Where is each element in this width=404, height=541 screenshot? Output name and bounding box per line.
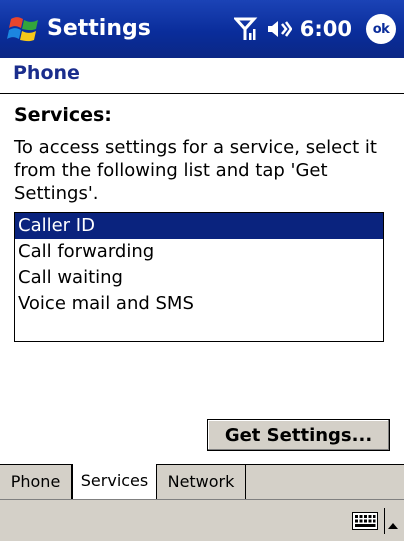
- speaker-icon[interactable]: [266, 18, 293, 40]
- menu-bar: [0, 499, 404, 541]
- page-title: Phone: [13, 62, 80, 84]
- sip-separator: [384, 508, 385, 534]
- tab-services[interactable]: Services: [72, 464, 157, 500]
- tab-bar-empty-space: [246, 465, 404, 499]
- title-bar: Settings 6:00 ok: [0, 0, 404, 58]
- header-divider: [0, 93, 404, 94]
- services-heading: Services:: [14, 104, 112, 126]
- instructions-text: To access settings for a service, select…: [14, 137, 377, 204]
- windows-flag-icon[interactable]: [7, 13, 41, 45]
- keyboard-icon[interactable]: [352, 512, 378, 530]
- status-area: 6:00 ok: [232, 13, 396, 45]
- services-listbox[interactable]: Caller ID Call forwarding Call waiting V…: [14, 212, 384, 342]
- tab-phone[interactable]: Phone: [0, 465, 72, 499]
- arrow-up-icon[interactable]: [388, 515, 398, 529]
- get-settings-button[interactable]: Get Settings...: [207, 419, 390, 451]
- ok-button[interactable]: ok: [366, 14, 396, 44]
- list-item-call-forwarding[interactable]: Call forwarding: [15, 239, 383, 265]
- list-item-voice-mail-sms[interactable]: Voice mail and SMS: [15, 291, 383, 317]
- clock-time[interactable]: 6:00: [300, 13, 352, 45]
- tab-network[interactable]: Network: [157, 465, 246, 499]
- list-item-caller-id[interactable]: Caller ID: [15, 213, 383, 239]
- list-item-call-waiting[interactable]: Call waiting: [15, 265, 383, 291]
- antenna-icon[interactable]: [232, 16, 258, 42]
- tab-bar: Phone Services Network: [0, 464, 404, 500]
- window-title: Settings: [47, 16, 151, 41]
